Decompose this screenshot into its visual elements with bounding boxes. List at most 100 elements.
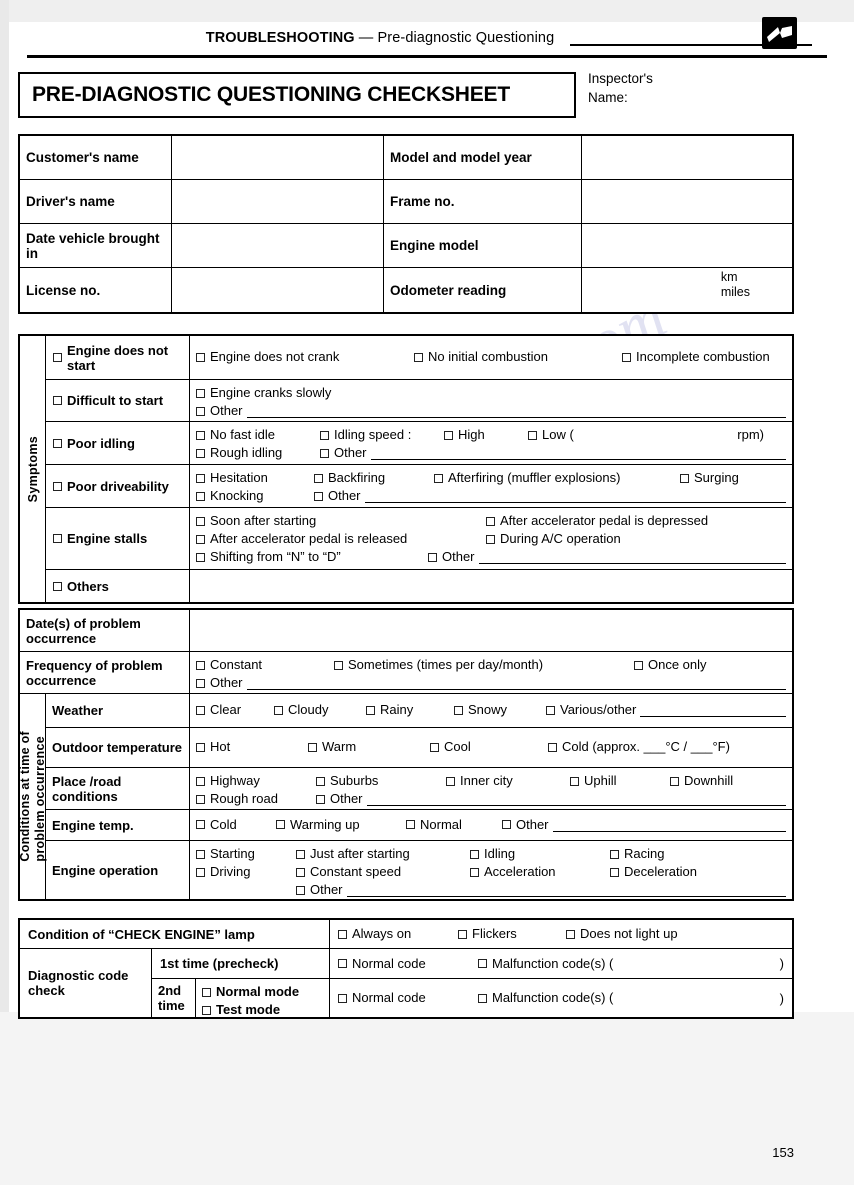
option-warming-up[interactable]: Warming up [276, 816, 406, 834]
option-afterfiring[interactable]: Afterfiring (muffler explosions) [434, 469, 680, 487]
checkbox-icon[interactable] [196, 660, 205, 670]
date-of-problem-input[interactable] [190, 610, 792, 651]
option-idling-speed-high[interactable]: High [444, 426, 528, 444]
checkbox-icon[interactable] [196, 776, 205, 786]
checkbox-icon[interactable] [53, 353, 62, 362]
checkbox-icon[interactable] [202, 987, 211, 997]
checkbox-icon[interactable] [196, 430, 205, 440]
option-racing[interactable]: Racing [610, 845, 664, 863]
checkbox-icon[interactable] [316, 794, 325, 804]
checkbox-icon[interactable] [196, 820, 205, 829]
option-after-pedal-depressed[interactable]: After accelerator pedal is depressed [486, 512, 708, 530]
option-idling[interactable]: Idling [470, 845, 610, 863]
checkbox-icon[interactable] [196, 491, 205, 501]
checkbox-icon[interactable] [196, 705, 205, 715]
checkbox-icon[interactable] [454, 705, 463, 715]
license-no-input[interactable] [172, 268, 384, 312]
option-knocking[interactable]: Knocking [196, 487, 314, 505]
option-cold[interactable]: Cold [196, 816, 276, 834]
option-other[interactable]: Other [502, 816, 549, 834]
checkbox-icon[interactable] [196, 534, 205, 544]
engine-model-input[interactable] [582, 224, 792, 268]
option-no-initial-combustion[interactable]: No initial combustion [414, 348, 622, 366]
checkbox-icon[interactable] [314, 473, 323, 483]
checkbox-icon[interactable] [296, 867, 305, 877]
option-malfunction-codes[interactable]: Malfunction code(s) ( [478, 989, 613, 1007]
option-starting[interactable]: Starting [196, 845, 296, 863]
checkbox-icon[interactable] [296, 885, 305, 895]
write-in-rule[interactable] [370, 446, 786, 460]
write-in-rule[interactable] [552, 818, 786, 832]
checkbox-icon[interactable] [196, 678, 205, 688]
checkbox-icon[interactable] [610, 867, 619, 877]
option-highway[interactable]: Highway [196, 772, 316, 790]
checkbox-icon[interactable] [444, 430, 453, 440]
option-idling-speed-low[interactable]: Low ( [528, 426, 574, 444]
checkbox-icon[interactable] [320, 448, 329, 458]
option-once-only[interactable]: Once only [634, 656, 707, 674]
checkbox-icon[interactable] [546, 705, 555, 715]
checkbox-icon[interactable] [316, 776, 325, 786]
checkbox-icon[interactable] [338, 993, 347, 1003]
checkbox-icon[interactable] [53, 396, 62, 405]
option-clear[interactable]: Clear [196, 701, 274, 719]
option-other[interactable]: Other [320, 444, 367, 462]
checkbox-icon[interactable] [486, 516, 495, 526]
checkbox-icon[interactable] [430, 742, 439, 752]
checkbox-icon[interactable] [622, 352, 631, 362]
checkbox-icon[interactable] [528, 430, 537, 440]
symptom-poor-idling-checkbox-row[interactable]: Poor idling [46, 422, 190, 464]
checkbox-icon[interactable] [470, 867, 479, 877]
write-in-rule[interactable] [364, 489, 786, 503]
write-in-rule[interactable] [640, 703, 786, 717]
option-deceleration[interactable]: Deceleration [610, 863, 697, 881]
option-snowy[interactable]: Snowy [454, 701, 546, 719]
option-cold[interactable]: Cold (approx. ___°C / ___°F) [548, 738, 730, 756]
checkbox-icon[interactable] [680, 473, 689, 483]
checkbox-icon[interactable] [406, 820, 415, 829]
option-during-ac-operation[interactable]: During A/C operation [486, 530, 621, 548]
checkbox-icon[interactable] [338, 929, 347, 939]
option-no-fast-idle[interactable]: No fast idle [196, 426, 320, 444]
driver-name-input[interactable] [172, 180, 384, 224]
checkbox-icon[interactable] [314, 491, 323, 501]
option-downhill[interactable]: Downhill [670, 772, 733, 790]
option-test-mode[interactable]: Test mode [202, 1001, 280, 1019]
date-brought-in-input[interactable] [172, 224, 384, 268]
checkbox-icon[interactable] [196, 473, 205, 483]
checkbox-icon[interactable] [196, 849, 205, 859]
checkbox-icon[interactable] [610, 849, 619, 859]
checkbox-icon[interactable] [634, 660, 643, 670]
option-normal-code[interactable]: Normal code [338, 955, 478, 973]
frame-no-input[interactable] [582, 180, 792, 224]
checkbox-icon[interactable] [502, 820, 511, 829]
symptom-others-input[interactable] [190, 570, 792, 602]
checkbox-icon[interactable] [196, 794, 205, 804]
checkbox-icon[interactable] [53, 581, 62, 591]
option-rainy[interactable]: Rainy [366, 701, 454, 719]
option-does-not-light-up[interactable]: Does not light up [566, 925, 678, 943]
checkbox-icon[interactable] [196, 352, 205, 362]
option-other[interactable]: Other [314, 487, 361, 505]
symptom-poor-driveability-checkbox-row[interactable]: Poor driveability [46, 465, 190, 507]
checkbox-icon[interactable] [334, 660, 343, 670]
option-hesitation[interactable]: Hesitation [196, 469, 314, 487]
checkbox-icon[interactable] [196, 388, 205, 398]
checkbox-icon[interactable] [446, 776, 455, 786]
option-engine-cranks-slowly[interactable]: Engine cranks slowly [196, 384, 331, 402]
write-in-rule[interactable] [346, 883, 786, 897]
option-rough-road[interactable]: Rough road [196, 790, 316, 808]
checkbox-icon[interactable] [196, 867, 205, 877]
checkbox-icon[interactable] [434, 473, 443, 483]
symptom-engine-does-not-start-checkbox-row[interactable]: Engine does not start [46, 336, 190, 379]
symptom-difficult-to-start-checkbox-row[interactable]: Difficult to start [46, 380, 190, 421]
option-normal-code[interactable]: Normal code [338, 989, 478, 1007]
checkbox-icon[interactable] [414, 352, 423, 362]
checkbox-icon[interactable] [486, 534, 495, 544]
option-malfunction-codes[interactable]: Malfunction code(s) ( [478, 955, 613, 973]
checkbox-icon[interactable] [53, 534, 62, 543]
write-in-rule[interactable] [366, 792, 786, 806]
option-normal[interactable]: Normal [406, 816, 502, 834]
symptom-engine-stalls-checkbox-row[interactable]: Engine stalls [46, 508, 190, 569]
option-just-after-starting[interactable]: Just after starting [296, 845, 470, 863]
